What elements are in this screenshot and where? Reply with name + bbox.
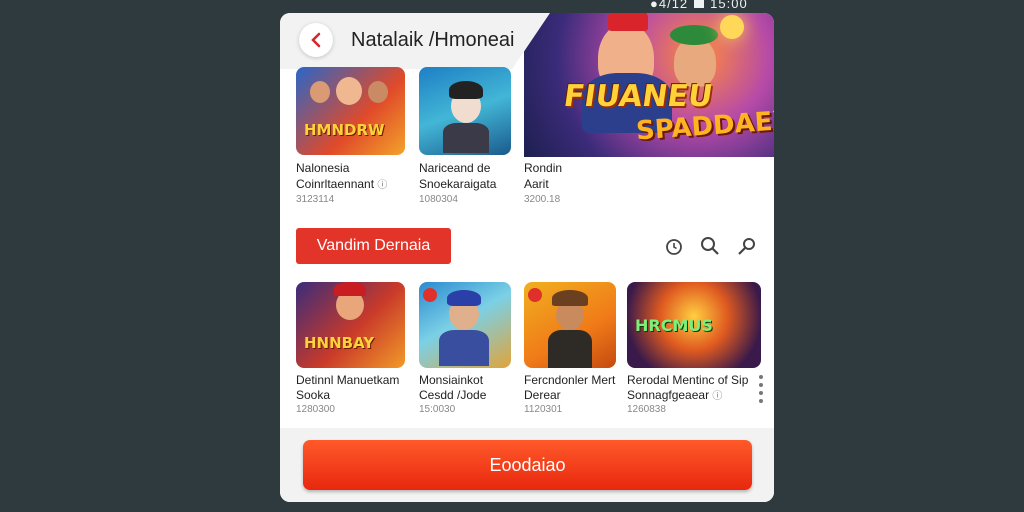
character-face (310, 81, 330, 103)
game-title: Monsiainkot (419, 373, 484, 387)
game-tile-4[interactable] (419, 282, 511, 368)
character-body (443, 123, 489, 153)
game-tile-1[interactable]: HMNDRW (296, 67, 405, 155)
hero-title: FIUANEU (561, 79, 715, 114)
game-tile-6[interactable]: HRCMUS (627, 282, 761, 368)
hero-glow (720, 15, 744, 39)
search-icon-glyph (701, 237, 719, 255)
game-meta: 15:0030 (419, 404, 456, 415)
chevron-left-icon (311, 32, 321, 48)
game-subtitle: Aarit (524, 177, 549, 191)
game-tile-3[interactable]: HNNBAY (296, 282, 405, 368)
game-subtitle-row: Sonnagfgeaear ⓘ (627, 387, 722, 405)
game-subtitle: Snoekaraigata (419, 177, 497, 191)
section-button[interactable]: Vandim Dernaia (296, 228, 451, 264)
signal-indicator: ●4/12 (650, 0, 689, 11)
game-meta: 1120301 (524, 404, 563, 415)
status-bar: ●4/12 15:00 (650, 0, 748, 11)
character-hat (334, 282, 366, 296)
badge-icon (528, 288, 542, 302)
info-icon[interactable]: ⓘ (712, 391, 722, 402)
character-cap (447, 290, 481, 306)
primary-cta-button[interactable]: Eoodaiao (303, 440, 752, 490)
game-title: Rerodal Mentinc of Sip (627, 373, 749, 387)
character-body (439, 330, 489, 366)
game-title: Nariceand de (419, 161, 491, 175)
back-button[interactable] (299, 23, 333, 57)
character-hat (552, 290, 588, 306)
battery-icon (694, 0, 705, 8)
zoom-icon[interactable] (736, 235, 758, 257)
hero-banner[interactable]: FIUANEU SPADDAEX (524, 13, 774, 157)
game-art-text: HRCMUS (635, 316, 713, 335)
zoom-icon-glyph (738, 238, 755, 255)
game-title: Detinnl Manuetkam (296, 373, 400, 387)
game-meta: 3123114 (296, 194, 335, 205)
hero-hat (608, 13, 648, 31)
game-title: Fercndonler Mert (524, 373, 616, 387)
dot (759, 399, 763, 403)
clock: 15:00 (710, 0, 748, 11)
search-icon[interactable] (699, 235, 721, 257)
badge-icon (423, 288, 437, 302)
character-face (336, 77, 362, 105)
game-subtitle: Cesdd /Jode (419, 388, 487, 402)
game-subtitle: Coinrltaennant (296, 177, 375, 191)
game-meta: 3200.18 (524, 194, 561, 205)
character-face (368, 81, 388, 103)
character-hair (449, 81, 483, 99)
info-icon[interactable]: ⓘ (377, 180, 387, 191)
hero-cap (670, 25, 718, 45)
more-options-icon[interactable] (759, 375, 765, 403)
game-art-text: HMNDRW (304, 121, 385, 139)
game-meta: 1260838 (627, 404, 666, 415)
game-subtitle: Sonnagfgeaear (627, 388, 710, 402)
clock-icon[interactable] (663, 235, 685, 257)
game-title: Nalonesia (296, 161, 350, 175)
app-header: Natalaik /Hmoneai (280, 13, 550, 69)
game-tile-2[interactable] (419, 67, 511, 155)
game-subtitle: Sooka (296, 388, 331, 402)
character-body (548, 330, 592, 368)
clock-icon-glyph (666, 239, 682, 255)
app-window: FIUANEU SPADDAEX Natalaik /Hmoneai HMNDR… (280, 13, 774, 502)
dot (759, 391, 763, 395)
game-meta: 1080304 (419, 194, 458, 205)
game-art-text: HNNBAY (304, 334, 375, 352)
game-meta: 1280300 (296, 404, 335, 415)
footer-bar: Eoodaiao (280, 428, 774, 502)
game-tile-5[interactable] (524, 282, 616, 368)
game-subtitle-row: Coinrltaennant ⓘ (296, 176, 387, 194)
dot (759, 383, 763, 387)
page-title: Natalaik /Hmoneai (351, 29, 515, 51)
game-subtitle: Derear (524, 388, 561, 402)
game-title: Rondin (524, 161, 563, 175)
dot (759, 375, 763, 379)
